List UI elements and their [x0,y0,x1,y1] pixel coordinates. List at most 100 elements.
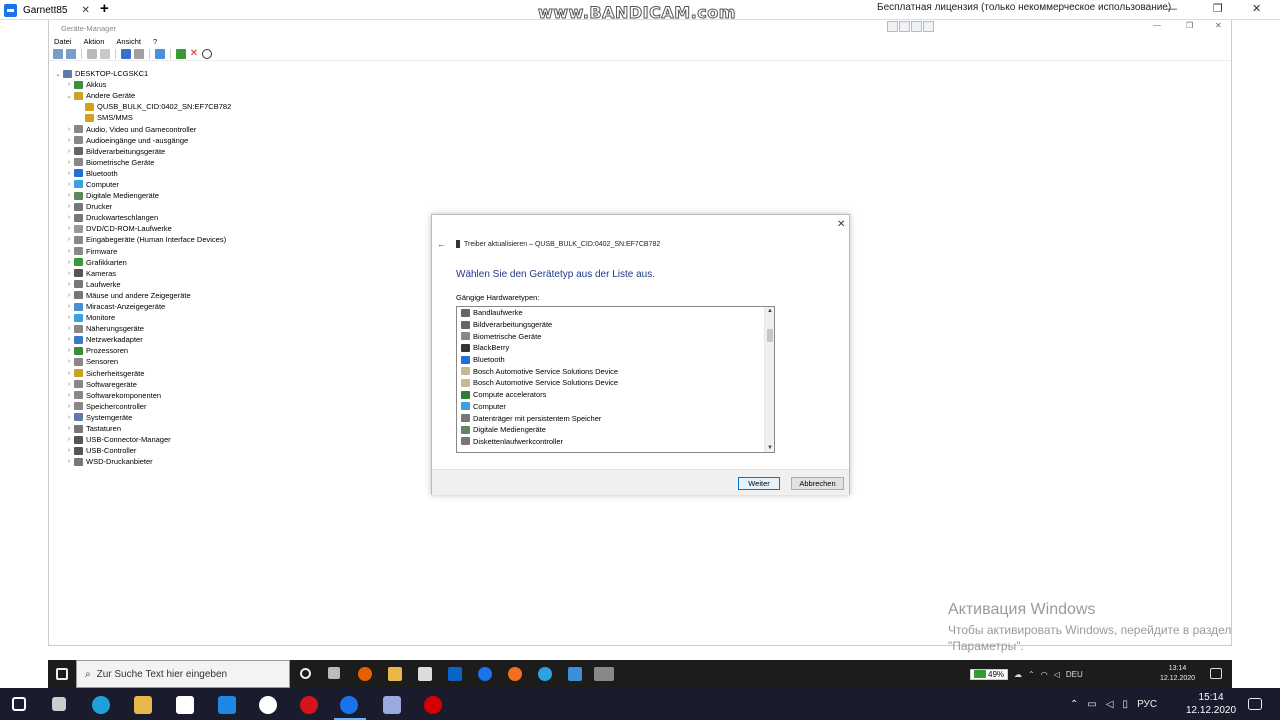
tree-expander-icon[interactable]: › [64,137,74,144]
tree-expander-icon[interactable]: ⌄ [53,70,63,78]
local-store-icon[interactable] [176,696,194,714]
mail-icon[interactable] [218,696,236,714]
remote-control-icons[interactable] [887,21,934,32]
next-button[interactable]: Weiter [738,477,780,490]
hardware-type-item[interactable]: Diskettenlaufwerkcontroller [457,436,774,448]
cloud-icon[interactable]: ☁ [1014,670,1022,679]
local-notification-icon[interactable] [1248,698,1262,710]
local-clock[interactable]: 15:14 12.12.2020 [1186,691,1236,717]
remote-display-icon[interactable] [899,21,910,32]
properties-icon[interactable] [87,48,97,59]
dm-close-button[interactable]: ✕ [1215,21,1222,30]
tree-expander-icon[interactable]: › [64,259,74,266]
hardware-type-item[interactable]: Computer [457,401,774,413]
tree-expander-icon[interactable]: › [64,381,74,388]
tree-node[interactable]: › Tastaturen [53,423,231,434]
edge-icon[interactable] [92,696,110,714]
local-task-view-icon[interactable] [52,697,66,711]
tree-node[interactable]: › Kameras [53,268,231,279]
cortana-icon[interactable] [300,668,311,679]
forward-icon[interactable] [66,48,76,59]
tree-node[interactable]: › DVD/CD-ROM-Laufwerke [53,223,231,234]
tree-expander-icon[interactable]: › [64,370,74,377]
back-icon[interactable] [53,48,63,59]
tree-node[interactable]: ⌄ DESKTOP-LCGSKC1 [53,68,231,79]
tree-expander-icon[interactable]: › [64,292,74,299]
tree-node[interactable]: SMS/MMS [53,112,231,123]
hardware-type-item[interactable]: Biometrische Geräte [457,330,774,342]
task-view-icon[interactable] [328,667,340,679]
tree-expander-icon[interactable]: › [64,358,74,365]
tree-node[interactable]: › Monitore [53,312,231,323]
tree-node[interactable]: › WSD-Druckanbieter [53,456,231,467]
close-tab-icon[interactable]: ✕ [81,5,89,16]
volume-icon[interactable]: ◁ [1054,670,1060,679]
telegram-icon[interactable] [538,667,552,681]
tree-expander-icon[interactable]: › [64,425,74,432]
tree-node[interactable]: › USB-Controller [53,445,231,456]
tree-expander-icon[interactable]: › [64,225,74,232]
device-manager-taskbar-icon[interactable] [594,667,614,681]
tree-expander-icon[interactable]: › [64,192,74,199]
disable-device-icon[interactable] [202,48,212,59]
local-lang-indicator[interactable]: РУС [1137,699,1157,710]
remote-monitor-icon[interactable] [923,21,934,32]
local-tray-chevron-icon[interactable]: ⌃ [1070,699,1078,710]
list-scrollbar[interactable]: ▲ ▼ [764,307,774,452]
tree-node[interactable]: › Grafikkarten [53,257,231,268]
tree-expander-icon[interactable]: › [64,270,74,277]
menu-help[interactable]: ? [153,37,157,46]
tree-expander-icon[interactable]: › [64,148,74,155]
teamviewer-taskbar-icon[interactable] [478,667,492,681]
notification-icon[interactable] [1210,668,1222,679]
tree-expander-icon[interactable]: › [64,203,74,210]
dm-maximize-button[interactable]: ❐ [1186,21,1193,30]
local-teamviewer-icon[interactable] [340,696,358,714]
dialog-close-button[interactable]: ✕ [837,219,845,230]
tree-node[interactable]: › Sicherheitsgeräte [53,368,231,379]
local-volume-icon[interactable]: ◁ [1106,699,1114,710]
tree-node[interactable]: › Netzwerkadapter [53,334,231,345]
tree-node[interactable]: › Bluetooth [53,168,231,179]
store-icon[interactable] [418,667,432,681]
new-tab-button[interactable]: + [100,0,109,18]
local-battery-icon[interactable]: ▯ [1123,699,1129,710]
tree-node[interactable]: › Laufwerke [53,279,231,290]
menu-ansicht[interactable]: Ansicht [116,37,141,46]
lang-indicator[interactable]: DEU [1066,670,1083,679]
tree-node[interactable]: › Eingabegeräte (Human Interface Devices) [53,234,231,245]
minimize-window-button[interactable]: — [1166,0,1177,18]
session-tab[interactable]: Garnett85 ✕ [0,0,90,20]
tree-node[interactable]: › Drucker [53,201,231,212]
maximize-window-button[interactable]: ❐ [1213,0,1223,18]
hardware-type-item[interactable]: Datenträger mit persistentem Speicher [457,412,774,424]
tree-node[interactable]: › Prozessoren [53,345,231,356]
tree-expander-icon[interactable]: › [64,281,74,288]
remote-grid-icon[interactable] [887,21,898,32]
hardware-type-item[interactable]: Compute accelerators [457,389,774,401]
cancel-button[interactable]: Abbrechen [791,477,844,490]
scan-hardware-icon[interactable] [155,48,165,59]
tree-expander-icon[interactable]: › [64,347,74,354]
tree-expander-icon[interactable]: › [64,314,74,321]
tree-expander-icon[interactable]: › [64,170,74,177]
tree-expander-icon[interactable]: › [64,159,74,166]
taskbar-search-box[interactable]: ⌕ Zur Suche Text hier eingeben [76,660,290,688]
close-window-button[interactable]: ✕ [1252,0,1261,18]
tree-expander-icon[interactable]: › [64,248,74,255]
tree-node[interactable]: › Digitale Mediengeräte [53,190,231,201]
scroll-thumb[interactable] [767,329,773,342]
tray-chevron-icon[interactable]: ⌃ [1028,670,1035,679]
remote-app-icon[interactable] [568,667,582,681]
tree-expander-icon[interactable]: › [64,303,74,310]
hardware-type-item[interactable]: Digitale Mediengeräte [457,424,774,436]
battery-indicator[interactable]: 49% [970,668,1009,680]
details-icon[interactable] [134,48,144,59]
tree-expander-icon[interactable]: › [64,458,74,465]
hardware-type-item[interactable]: BlackBerry [457,342,774,354]
scroll-down-icon[interactable]: ▼ [767,445,773,451]
tree-expander-icon[interactable]: › [64,436,74,443]
hardware-type-item[interactable]: Bosch Automotive Service Solutions Devic… [457,377,774,389]
remote-clock[interactable]: 13:14 12.12.2020 [1160,664,1195,684]
hardware-type-item[interactable]: Bluetooth [457,354,774,366]
